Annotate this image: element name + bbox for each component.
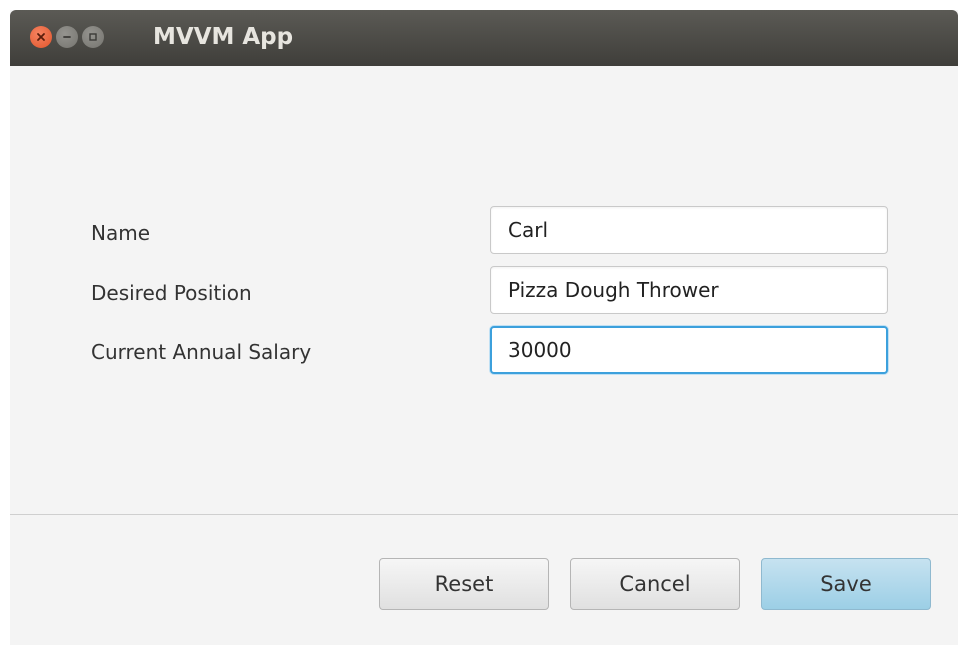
desired-position-label: Desired Position [91,281,252,305]
maximize-icon [89,33,97,41]
divider [10,514,958,515]
save-button[interactable]: Save [761,558,931,610]
current-annual-salary-field[interactable] [490,326,888,374]
name-field[interactable] [490,206,888,254]
maximize-button[interactable] [82,26,104,48]
title-bar[interactable]: MVVM App [10,10,958,66]
close-icon [37,33,45,41]
cancel-button[interactable]: Cancel [570,558,740,610]
app-window: MVVM App Name Desired Position Current A… [10,10,958,645]
reset-button[interactable]: Reset [379,558,549,610]
minimize-button[interactable] [56,26,78,48]
close-button[interactable] [30,26,52,48]
name-label: Name [91,221,151,245]
desired-position-field[interactable] [490,266,888,314]
minimize-icon [63,36,71,38]
window-title: MVVM App [153,24,294,50]
current-annual-salary-label: Current Annual Salary [91,340,312,364]
